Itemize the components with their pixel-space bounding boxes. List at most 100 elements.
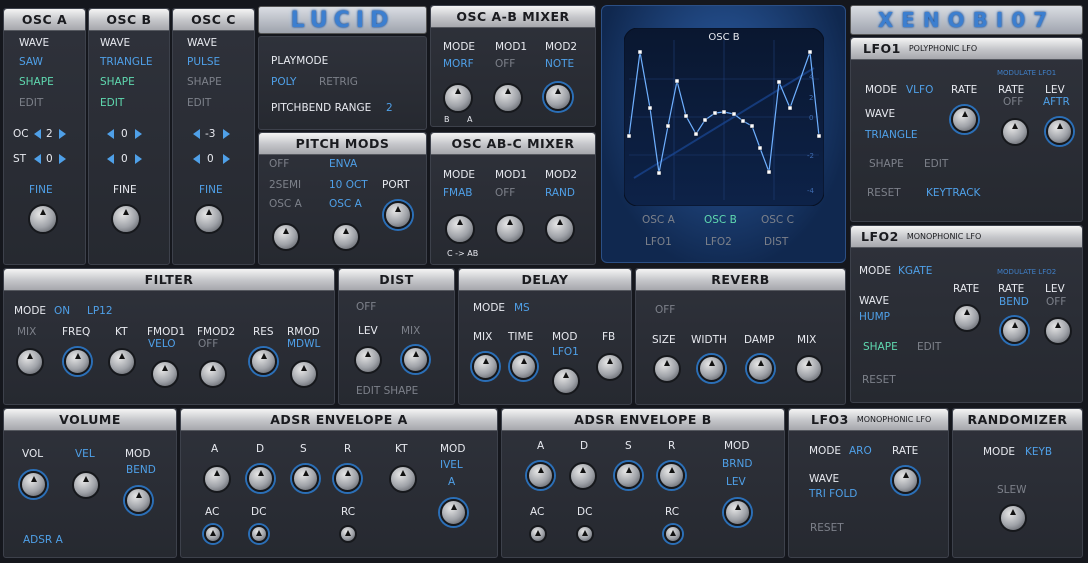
osc-b-edit-button[interactable]: EDIT <box>100 97 124 109</box>
adsr-b-ac-knob[interactable] <box>529 525 547 543</box>
dist-off-button[interactable]: OFF <box>356 301 376 313</box>
osc-a-fine-knob[interactable] <box>28 204 58 234</box>
osc-c-oc-up-icon[interactable] <box>223 129 230 139</box>
osc-a-edit-button[interactable]: EDIT <box>19 97 43 109</box>
lfo3-wave-value[interactable]: TRI FOLD <box>809 488 857 500</box>
lfo2-rate-knob[interactable] <box>953 304 981 332</box>
osc-c-st-down-icon[interactable] <box>193 154 200 164</box>
waveform-point[interactable] <box>712 110 718 116</box>
lfo2-mode-value[interactable]: KGATE <box>898 265 932 277</box>
volume-mod-knob[interactable] <box>125 487 152 514</box>
ab-mod1-value[interactable]: OFF <box>495 58 515 70</box>
waveform-point[interactable] <box>626 133 632 139</box>
filter-rmod-value[interactable]: MDWL <box>287 338 320 350</box>
osc-c-wave-value[interactable]: PULSE <box>187 56 220 68</box>
filter-fmod1-value[interactable]: VELO <box>148 338 176 350</box>
waveform-point[interactable] <box>740 118 746 124</box>
waveform-point[interactable] <box>674 78 680 84</box>
lfo3-mode-value[interactable]: ARO <box>849 445 872 457</box>
filter-on-button[interactable]: ON <box>54 305 70 317</box>
reverb-damp-knob[interactable] <box>747 355 774 382</box>
lfo2-mod-rate-value[interactable]: BEND <box>999 296 1029 308</box>
lfo1-mod-rate-knob[interactable] <box>1001 118 1029 146</box>
poly-button[interactable]: POLY <box>271 76 296 88</box>
osc-a-st-down-icon[interactable] <box>34 154 41 164</box>
display-select-lfo1[interactable]: LFO1 <box>645 236 672 248</box>
volume-vel-knob[interactable] <box>72 471 100 499</box>
waveform-point[interactable] <box>749 123 755 129</box>
pitch-mod-osca-2[interactable]: OSC A <box>329 198 362 210</box>
port-knob[interactable] <box>384 201 412 229</box>
adsr-b-mod-target[interactable]: LEV <box>726 476 746 488</box>
lfo2-shape-button[interactable]: SHAPE <box>863 341 898 353</box>
osc-c-fine-knob[interactable] <box>194 204 224 234</box>
randomizer-mode-value[interactable]: KEYB <box>1025 446 1052 458</box>
reverb-width-knob[interactable] <box>698 355 725 382</box>
osc-a-st-up-icon[interactable] <box>59 154 66 164</box>
filter-kt-knob[interactable] <box>108 348 136 376</box>
waveform-point[interactable] <box>776 79 782 85</box>
adsr-a-mod-knob[interactable] <box>440 499 467 526</box>
adsr-a-attack-knob[interactable] <box>203 465 231 493</box>
display-select-dist[interactable]: DIST <box>764 236 788 248</box>
pitch-mod-10oct[interactable]: 10 OCT <box>329 179 368 191</box>
waveform-point[interactable] <box>637 49 643 55</box>
lfo1-mod-lev-knob[interactable] <box>1046 118 1073 145</box>
filter-mode-value[interactable]: LP12 <box>87 305 113 317</box>
osc-a-wave-value[interactable]: SAW <box>19 56 43 68</box>
waveform-point[interactable] <box>766 169 772 175</box>
adsr-b-mod-knob[interactable] <box>724 499 751 526</box>
volume-vol-knob[interactable] <box>20 471 47 498</box>
pitch-mod-enva[interactable]: ENVA <box>329 158 357 170</box>
waveform-point[interactable] <box>665 123 671 129</box>
filter-fmod1-knob[interactable] <box>151 360 179 388</box>
adsr-b-attack-knob[interactable] <box>527 462 554 489</box>
waveform-point[interactable] <box>693 131 699 137</box>
pitch-mod-knob-2[interactable] <box>332 223 360 251</box>
filter-freq-knob[interactable] <box>64 348 91 375</box>
adsr-a-kt-knob[interactable] <box>389 465 417 493</box>
delay-fb-knob[interactable] <box>596 353 624 381</box>
lfo1-mode-value[interactable]: VLFO <box>906 84 933 96</box>
adsr-b-sustain-knob[interactable] <box>615 462 642 489</box>
adsr-a-ac-knob[interactable] <box>204 525 222 543</box>
abc-mod1-knob[interactable] <box>495 214 525 244</box>
waveform-point[interactable] <box>757 145 763 151</box>
dist-mix-knob[interactable] <box>402 346 429 373</box>
adsr-a-mod-target[interactable]: A <box>448 476 455 488</box>
volume-mod-value[interactable]: BEND <box>126 464 156 476</box>
abc-mix-knob[interactable] <box>445 214 475 244</box>
adsr-a-dc-knob[interactable] <box>250 525 268 543</box>
delay-mod-value[interactable]: LFO1 <box>552 346 579 358</box>
ab-mod2-value[interactable]: NOTE <box>545 58 574 70</box>
adsr-a-sustain-knob[interactable] <box>292 465 319 492</box>
osc-c-st-up-icon[interactable] <box>223 154 230 164</box>
filter-fmod2-knob[interactable] <box>199 360 227 388</box>
ab-mod2-knob[interactable] <box>544 83 572 111</box>
waveform-point[interactable] <box>702 117 708 123</box>
adsr-a-mod-value[interactable]: IVEL <box>440 459 463 471</box>
waveform-point[interactable] <box>807 49 813 55</box>
lfo2-mod-lev-knob[interactable] <box>1044 317 1072 345</box>
adsr-b-dc-knob[interactable] <box>576 525 594 543</box>
lfo1-shape-button[interactable]: SHAPE <box>869 158 904 170</box>
waveform-point[interactable] <box>683 113 689 119</box>
filter-rmod-knob[interactable] <box>290 360 318 388</box>
reverb-mix-knob[interactable] <box>795 355 823 383</box>
osc-a-oc-down-icon[interactable] <box>34 129 41 139</box>
delay-mode-value[interactable]: MS <box>514 302 530 314</box>
waveform-point[interactable] <box>721 109 727 115</box>
adsr-b-release-knob[interactable] <box>658 462 685 489</box>
lfo2-reset-button[interactable]: RESET <box>862 374 896 386</box>
waveform-point[interactable] <box>787 105 793 111</box>
display-select-osc-b[interactable]: OSC B <box>704 214 737 226</box>
osc-c-oc-down-icon[interactable] <box>193 129 200 139</box>
volume-adsr-button[interactable]: ADSR A <box>23 534 63 546</box>
randomizer-slew-knob[interactable] <box>999 504 1027 532</box>
delay-mod-knob[interactable] <box>552 367 580 395</box>
pitch-mod-osca-1[interactable]: OSC A <box>269 198 302 210</box>
dist-lev-knob[interactable] <box>354 346 382 374</box>
waveform-point[interactable] <box>656 170 662 176</box>
osc-b-fine-knob[interactable] <box>111 204 141 234</box>
lfo1-wave-value[interactable]: TRIANGLE <box>865 129 917 141</box>
